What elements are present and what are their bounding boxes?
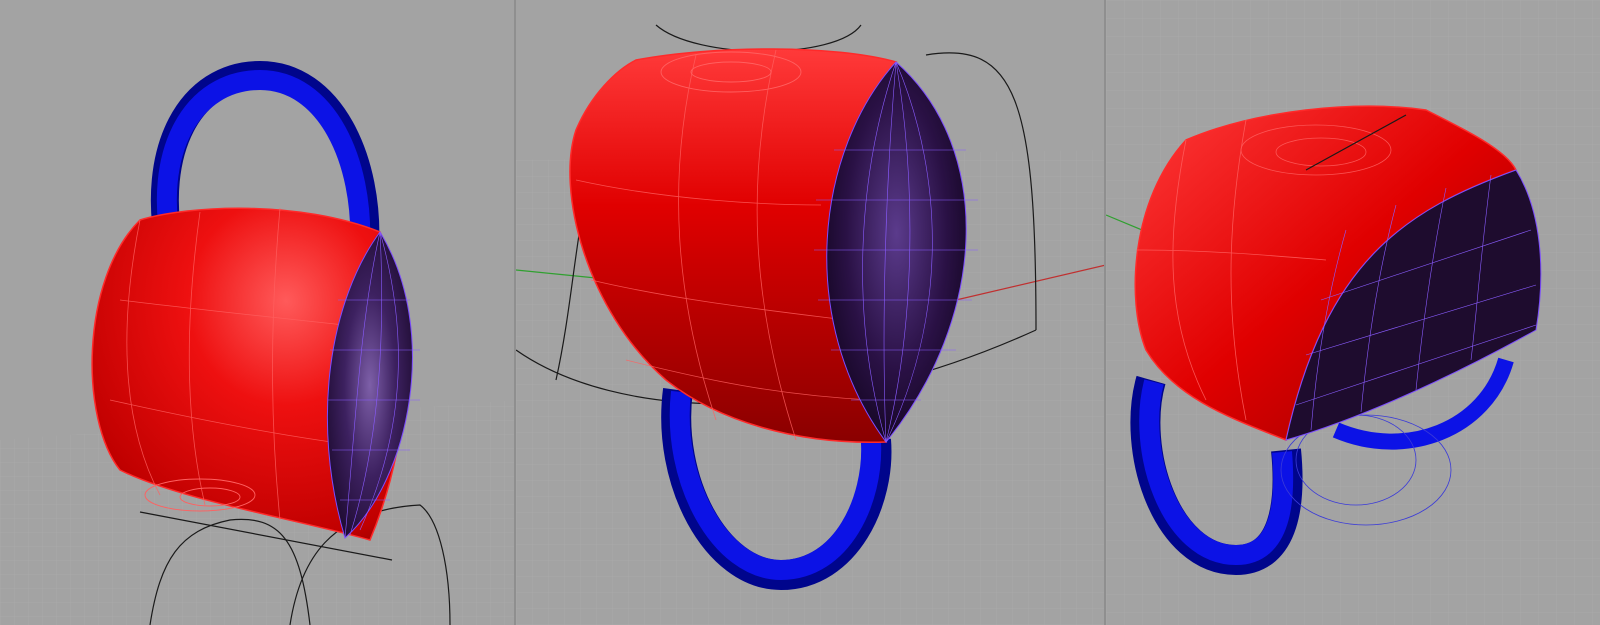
viewport-center[interactable]: [516, 0, 1106, 625]
viewport-right-scene: [1106, 0, 1600, 625]
modeling-canvas[interactable]: [0, 0, 1600, 625]
viewport-center-scene: [516, 0, 1106, 625]
viewport-left[interactable]: [0, 0, 516, 625]
viewport-right[interactable]: [1106, 0, 1600, 625]
viewport-left-scene: [0, 0, 516, 625]
